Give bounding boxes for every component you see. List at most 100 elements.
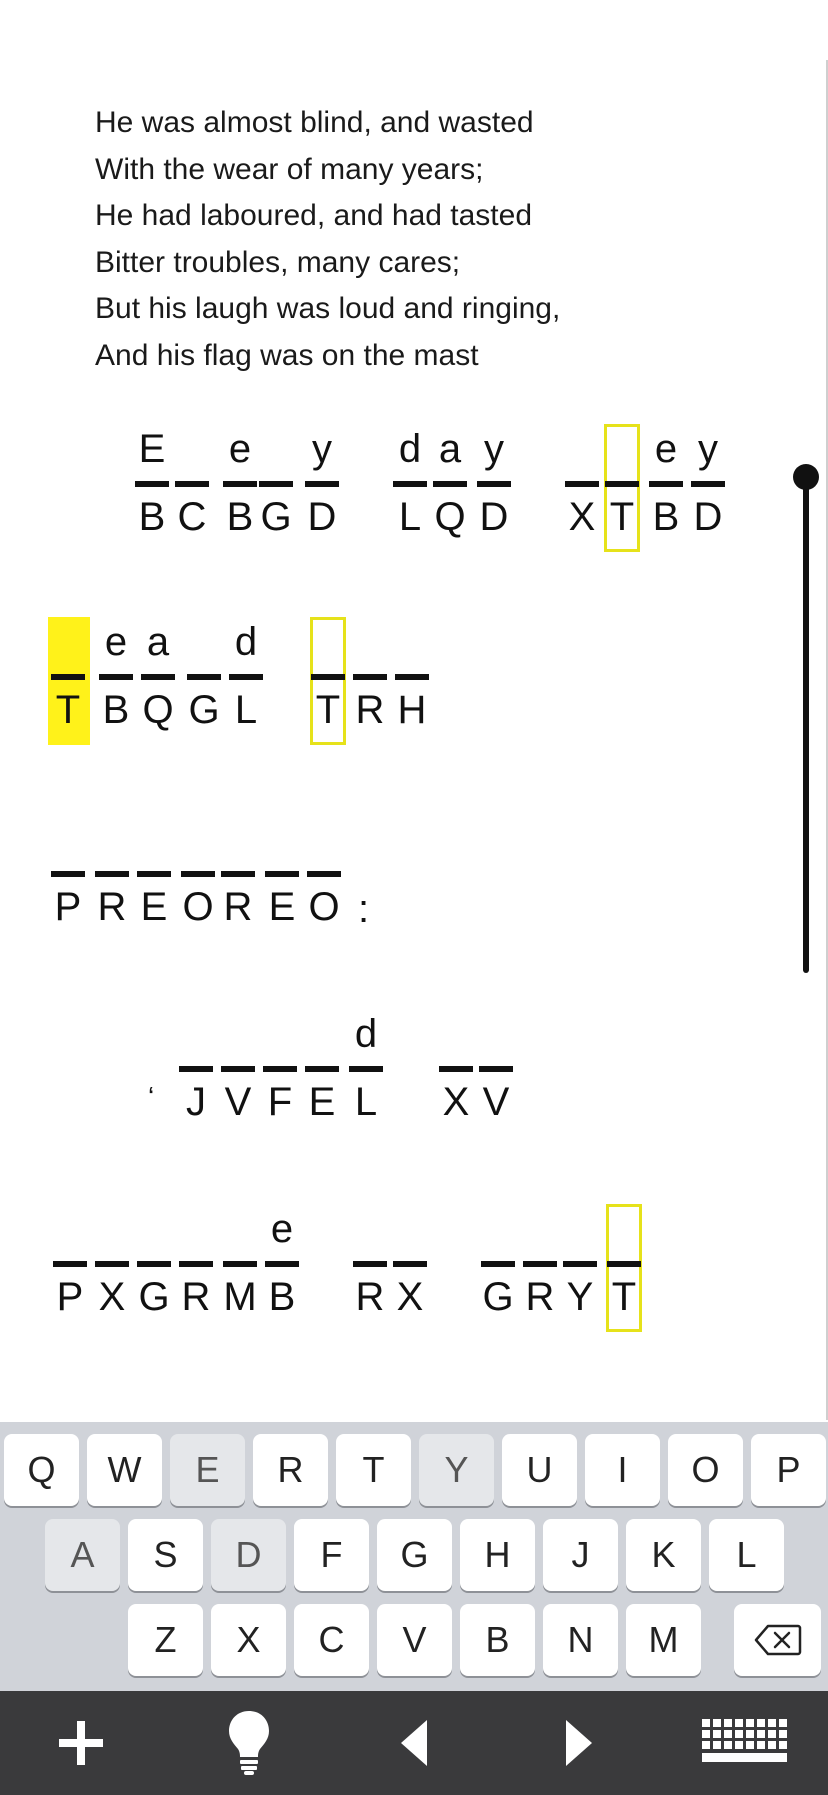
cipher-letter: R: [181, 1275, 211, 1319]
key-r[interactable]: R: [253, 1434, 328, 1506]
delete-key[interactable]: [734, 1604, 821, 1676]
guess-letter: [262, 814, 302, 864]
answer-underline: [137, 871, 171, 877]
puzzle-cell[interactable]: dL: [390, 424, 430, 564]
keyboard-toggle-button[interactable]: [690, 1691, 800, 1795]
puzzle-cell[interactable]: X: [92, 1204, 132, 1344]
puzzle-cell[interactable]: R: [350, 617, 390, 757]
puzzle-cell[interactable]: X: [436, 1009, 476, 1149]
puzzle-cell[interactable]: V: [476, 1009, 516, 1149]
answer-underline: [265, 871, 299, 877]
guess-letter: [92, 814, 132, 864]
key-l[interactable]: L: [709, 1519, 784, 1591]
puzzle-cell[interactable]: X: [390, 1204, 430, 1344]
cipher-letter: T: [609, 495, 635, 539]
puzzle-cell[interactable]: aQ: [138, 617, 178, 757]
answer-underline: [479, 1066, 513, 1072]
puzzle-cell[interactable]: eB: [646, 424, 686, 564]
key-f[interactable]: F: [294, 1519, 369, 1591]
puzzle-cell[interactable]: O: [178, 814, 218, 954]
answer-underline: [439, 1066, 473, 1072]
key-v[interactable]: V: [377, 1604, 452, 1676]
guess-letter: [184, 617, 224, 667]
puzzle-cell[interactable]: R: [176, 1204, 216, 1344]
puzzle-cell[interactable]: T: [48, 617, 90, 757]
puzzle-cell[interactable]: E: [134, 814, 174, 954]
cipher-letter: B: [652, 495, 680, 539]
key-p[interactable]: P: [751, 1434, 826, 1506]
previous-button[interactable]: [359, 1691, 469, 1795]
key-d[interactable]: D: [211, 1519, 286, 1591]
guess-letter: [218, 1009, 258, 1059]
puzzle-cell[interactable]: P: [48, 814, 88, 954]
key-u[interactable]: U: [502, 1434, 577, 1506]
puzzle-cell[interactable]: C: [172, 424, 212, 564]
key-n[interactable]: N: [543, 1604, 618, 1676]
puzzle-cell[interactable]: T: [602, 424, 642, 564]
puzzle-cell[interactable]: R: [520, 1204, 560, 1344]
puzzle-cell[interactable]: R: [218, 814, 258, 954]
puzzle-cell[interactable]: yD: [688, 424, 728, 564]
puzzle-cell[interactable]: J: [176, 1009, 216, 1149]
key-k[interactable]: K: [626, 1519, 701, 1591]
letter-keyboard: QWERTYUIOP ASDFGHJKL ZXCVBNM: [0, 1422, 828, 1691]
key-x[interactable]: X: [211, 1604, 286, 1676]
key-y[interactable]: Y: [419, 1434, 494, 1506]
puzzle-cell[interactable]: T: [308, 617, 348, 757]
key-q[interactable]: Q: [4, 1434, 79, 1506]
puzzle-cell[interactable]: T: [604, 1204, 644, 1344]
puzzle-cell[interactable]: V: [218, 1009, 258, 1149]
backspace-icon: [754, 1624, 802, 1656]
puzzle-cell[interactable]: yD: [302, 424, 342, 564]
puzzle-cell[interactable]: G: [184, 617, 224, 757]
puzzle-cell[interactable]: dL: [226, 617, 266, 757]
add-button[interactable]: [27, 1691, 137, 1795]
puzzle-cell[interactable]: eB: [262, 1204, 302, 1344]
key-t[interactable]: T: [336, 1434, 411, 1506]
key-h[interactable]: H: [460, 1519, 535, 1591]
puzzle-cell[interactable]: M: [220, 1204, 260, 1344]
key-g[interactable]: G: [377, 1519, 452, 1591]
puzzle-cell[interactable]: X: [562, 424, 602, 564]
puzzle-cell[interactable]: eB: [96, 617, 136, 757]
puzzle-cell[interactable]: eB: [220, 424, 260, 564]
hint-button[interactable]: [193, 1691, 303, 1795]
answer-underline: [99, 674, 133, 680]
key-o[interactable]: O: [668, 1434, 743, 1506]
key-w[interactable]: W: [87, 1434, 162, 1506]
puzzle-cell[interactable]: E: [262, 814, 302, 954]
scrollbar-track[interactable]: [803, 476, 809, 973]
key-b[interactable]: B: [460, 1604, 535, 1676]
key-s[interactable]: S: [128, 1519, 203, 1591]
key-c[interactable]: C: [294, 1604, 369, 1676]
puzzle-cell[interactable]: EB: [132, 424, 172, 564]
puzzle-cell[interactable]: O: [304, 814, 344, 954]
key-e[interactable]: E: [170, 1434, 245, 1506]
puzzle-cell[interactable]: Y: [560, 1204, 600, 1344]
guess-letter: [176, 1204, 216, 1254]
key-i[interactable]: I: [585, 1434, 660, 1506]
puzzle-cell[interactable]: R: [350, 1204, 390, 1344]
key-m[interactable]: M: [626, 1604, 701, 1676]
cipher-letter: D: [307, 495, 337, 539]
puzzle-cell[interactable]: R: [92, 814, 132, 954]
answer-underline: [523, 1261, 557, 1267]
puzzle-cell[interactable]: G: [256, 424, 296, 564]
key-a[interactable]: A: [45, 1519, 120, 1591]
key-j[interactable]: J: [543, 1519, 618, 1591]
puzzle-cell[interactable]: P: [50, 1204, 90, 1344]
key-z[interactable]: Z: [128, 1604, 203, 1676]
puzzle-cell[interactable]: aQ: [430, 424, 470, 564]
puzzle-cell[interactable]: G: [134, 1204, 174, 1344]
puzzle-cell[interactable]: H: [392, 617, 432, 757]
puzzle-cell[interactable]: dL: [346, 1009, 386, 1149]
puzzle-cell[interactable]: E: [302, 1009, 342, 1149]
puzzle-cell[interactable]: G: [478, 1204, 518, 1344]
punctuation-mark: ‘: [148, 1081, 155, 1112]
cipher-letter: O: [182, 885, 214, 929]
puzzle-cell[interactable]: F: [260, 1009, 300, 1149]
next-button[interactable]: [524, 1691, 634, 1795]
scrollbar-handle[interactable]: [793, 464, 819, 490]
puzzle-cell[interactable]: yD: [474, 424, 514, 564]
guess-letter: [50, 1204, 90, 1254]
